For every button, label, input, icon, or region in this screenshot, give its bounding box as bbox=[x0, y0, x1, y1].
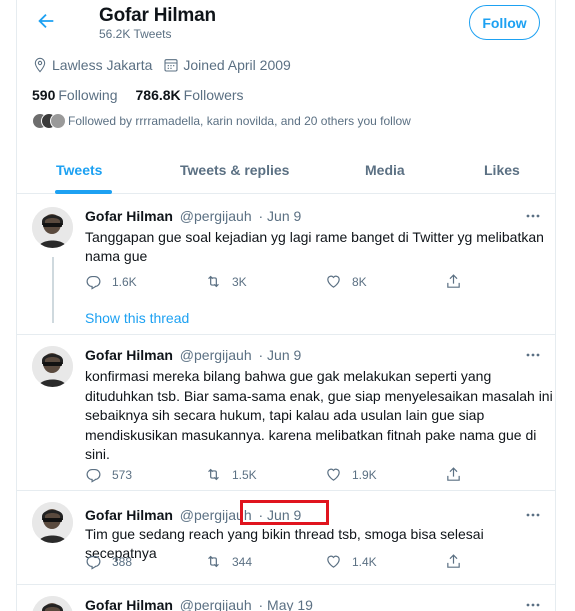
retweet-icon bbox=[208, 555, 219, 568]
tweet-author-name[interactable]: Gofar Hilman bbox=[85, 347, 173, 363]
following-count: 590 bbox=[32, 87, 56, 103]
like-count: 8K bbox=[352, 274, 367, 289]
retweet-button[interactable]: 3K bbox=[205, 273, 325, 290]
retweet-button[interactable]: 344 bbox=[205, 553, 325, 570]
tweet-handle[interactable]: @pergijauh bbox=[180, 208, 252, 224]
profile-meta: Lawless Jakarta Joined April 2009 bbox=[32, 57, 302, 73]
tab-likes[interactable]: Likes bbox=[484, 162, 520, 178]
reply-count: 1.6K bbox=[112, 274, 137, 289]
location-item: Lawless Jakarta bbox=[32, 57, 152, 73]
share-icon bbox=[447, 554, 460, 568]
reply-button[interactable]: 1.6K bbox=[85, 273, 205, 290]
follow-stats: 590 Following 786.8K Followers bbox=[32, 87, 262, 103]
avatar[interactable] bbox=[32, 346, 73, 387]
tweet-date[interactable]: · May 19 bbox=[259, 597, 313, 611]
tweet[interactable]: Gofar Hilman @pergijauh · Jun 9 Tanggapa… bbox=[17, 195, 555, 345]
tweet-actions: 388 344 1.4K bbox=[85, 553, 565, 570]
reply-icon bbox=[86, 468, 101, 483]
calendar-icon bbox=[163, 57, 179, 73]
like-button[interactable]: 1.4K bbox=[325, 553, 445, 570]
location-pin-icon bbox=[32, 57, 48, 73]
retweet-count: 3K bbox=[232, 274, 247, 289]
tab-tweets-replies[interactable]: Tweets & replies bbox=[180, 162, 289, 178]
reply-icon bbox=[86, 275, 101, 290]
retweet-count: 1.5K bbox=[232, 467, 257, 482]
retweet-button[interactable]: 1.5K bbox=[205, 466, 325, 483]
reply-icon bbox=[86, 555, 101, 570]
tweet-author-name[interactable]: Gofar Hilman bbox=[85, 597, 173, 611]
following-label: Following bbox=[58, 87, 118, 103]
tweet-header: Gofar Hilman @pergijauh · Jun 9 bbox=[85, 347, 301, 363]
avatar[interactable] bbox=[32, 502, 73, 543]
heart-icon bbox=[327, 555, 340, 568]
like-button[interactable]: 8K bbox=[325, 273, 445, 290]
following-link[interactable]: 590 Following bbox=[32, 87, 118, 103]
column-border-right bbox=[555, 0, 556, 611]
tweet-header: Gofar Hilman @pergijauh · May 19 bbox=[85, 597, 313, 611]
tweet-text: konfirmasi mereka bilang bahwa gue gak m… bbox=[85, 368, 553, 462]
avatar[interactable] bbox=[32, 596, 73, 611]
tweet-date[interactable]: · Jun 9 bbox=[259, 347, 302, 363]
tweet-date[interactable]: · Jun 9 bbox=[259, 208, 302, 224]
retweet-icon bbox=[208, 275, 219, 288]
retweet-count: 344 bbox=[232, 554, 253, 569]
profile-header: Gofar Hilman 56.2K Tweets Follow bbox=[17, 0, 555, 48]
tweet-text: Tanggapan gue soal kejadian yg lagi rame… bbox=[85, 229, 544, 264]
more-options-icon[interactable] bbox=[525, 208, 541, 224]
tab-media[interactable]: Media bbox=[365, 162, 405, 178]
avatar bbox=[50, 113, 66, 129]
reply-button[interactable]: 388 bbox=[85, 553, 205, 570]
followed-by-text: Followed by rrrramadella, karin novilda,… bbox=[68, 114, 411, 128]
mutual-avatars bbox=[32, 113, 66, 129]
header-tweet-count: 56.2K Tweets bbox=[99, 27, 172, 41]
reply-count: 573 bbox=[112, 467, 133, 482]
tweet-handle[interactable]: @pergijauh bbox=[180, 347, 252, 363]
tweet[interactable]: Gofar Hilman @pergijauh · Jun 9 konfirma… bbox=[17, 334, 555, 490]
header-name: Gofar Hilman bbox=[99, 5, 216, 26]
profile-tabs: Tweets Tweets & replies Media Likes bbox=[17, 148, 555, 194]
more-options-icon[interactable] bbox=[525, 597, 541, 611]
tweet-actions: 573 1.5K 1.9K bbox=[85, 466, 565, 483]
like-count: 1.4K bbox=[352, 554, 377, 569]
joined-item: Joined April 2009 bbox=[163, 57, 291, 73]
tab-tweets[interactable]: Tweets bbox=[56, 162, 102, 178]
followers-link[interactable]: 786.8K Followers bbox=[136, 87, 244, 103]
share-icon bbox=[447, 467, 460, 481]
heart-icon bbox=[327, 468, 340, 481]
reply-count: 388 bbox=[112, 554, 133, 569]
followers-count: 786.8K bbox=[135, 87, 181, 103]
followed-by-row[interactable]: Followed by rrrramadella, karin novilda,… bbox=[32, 113, 411, 129]
active-tab-indicator bbox=[55, 190, 112, 194]
joined-text: Joined April 2009 bbox=[183, 57, 291, 73]
more-options-icon[interactable] bbox=[525, 507, 541, 523]
followers-label: Followers bbox=[183, 87, 244, 103]
like-count: 1.9K bbox=[352, 467, 377, 482]
tweet-header: Gofar Hilman @pergijauh · Jun 9 bbox=[85, 208, 301, 224]
reply-button[interactable]: 573 bbox=[85, 466, 205, 483]
tweet-handle[interactable]: @pergijauh bbox=[180, 597, 252, 611]
share-button[interactable] bbox=[445, 553, 565, 570]
tweet-author-name[interactable]: Gofar Hilman bbox=[85, 507, 173, 523]
tweet[interactable]: Gofar Hilman @pergijauh · May 19 bbox=[17, 584, 555, 611]
tweet-author-name[interactable]: Gofar Hilman bbox=[85, 208, 173, 224]
tweet-actions: 1.6K 3K 8K bbox=[85, 273, 565, 290]
like-button[interactable]: 1.9K bbox=[325, 466, 445, 483]
thread-line bbox=[52, 257, 54, 323]
retweet-icon bbox=[208, 468, 219, 481]
share-button[interactable] bbox=[445, 466, 565, 483]
share-button[interactable] bbox=[445, 273, 565, 290]
avatar[interactable] bbox=[32, 207, 73, 248]
follow-button[interactable]: Follow bbox=[469, 5, 540, 40]
date-highlight-box bbox=[240, 500, 329, 525]
location-text: Lawless Jakarta bbox=[52, 57, 153, 73]
back-arrow-icon[interactable] bbox=[35, 10, 57, 32]
heart-icon bbox=[327, 275, 340, 288]
more-options-icon[interactable] bbox=[525, 347, 541, 363]
show-thread-link[interactable]: Show this thread bbox=[85, 310, 189, 326]
share-icon bbox=[447, 274, 460, 288]
